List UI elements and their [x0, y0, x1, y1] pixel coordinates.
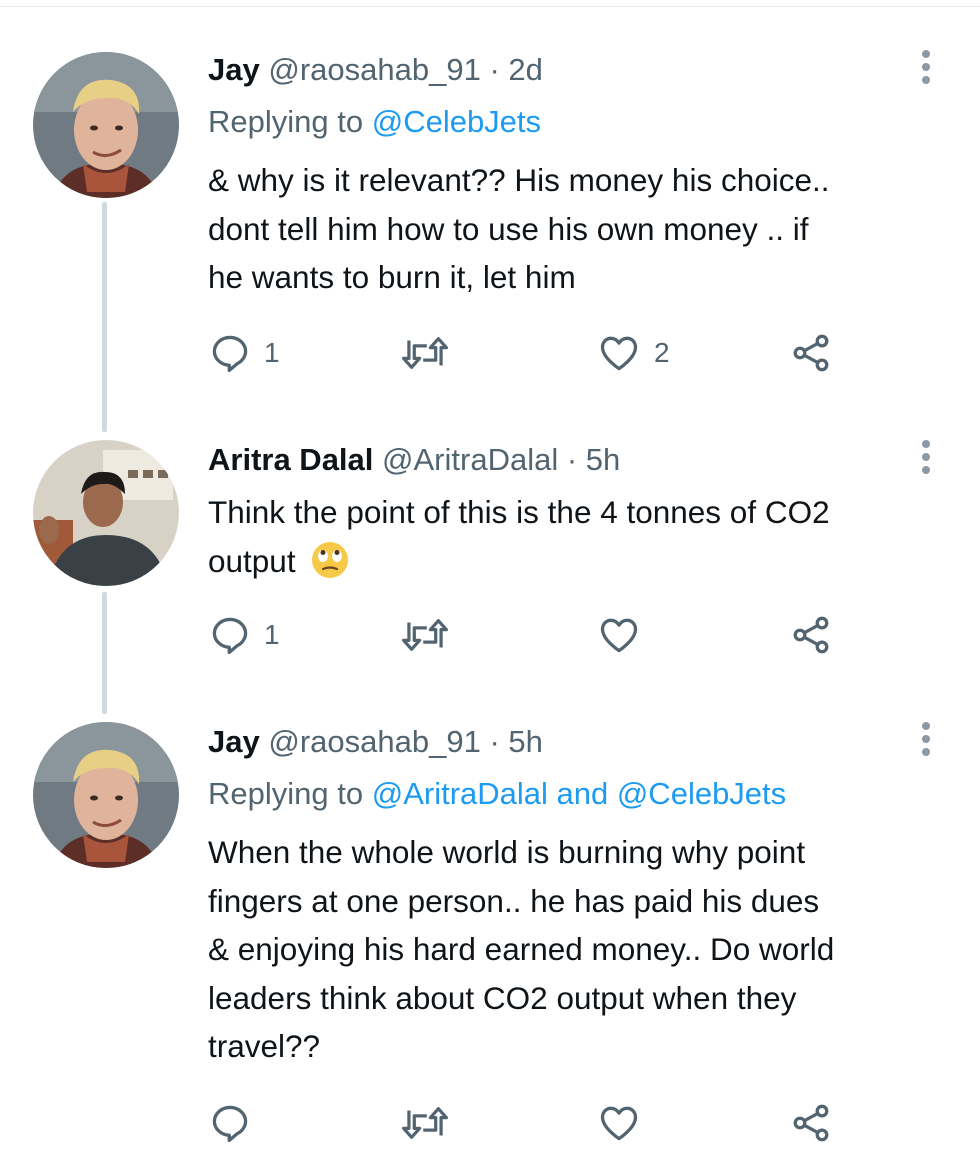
retweet-button[interactable]: [400, 1098, 450, 1148]
avatar[interactable]: [33, 722, 179, 868]
tweet-header: Jay @raosahab_91 · 5h: [208, 724, 543, 760]
tweet-text: When the whole world is burning why poin…: [208, 828, 948, 1071]
share-button[interactable]: [788, 1098, 834, 1148]
tweet[interactable]: Jay @raosahab_91 · 5h Replying to @Aritr…: [0, 0, 980, 1171]
more-icon[interactable]: [916, 718, 936, 758]
action-bar: [208, 1098, 928, 1148]
replying-to: Replying to @AritraDalal and @CelebJets: [208, 776, 786, 812]
tweet-text-line: fingers at one person.. he has paid his …: [208, 882, 820, 919]
tweet-text-line: leaders think about CO2 output when they: [208, 979, 797, 1016]
mention-link[interactable]: @AritraDalal and @CelebJets: [372, 776, 786, 811]
like-icon: [600, 1106, 638, 1141]
separator: ·: [489, 724, 500, 759]
retweet-icon: [401, 1107, 449, 1139]
reply-icon: [212, 1105, 248, 1143]
reply-button[interactable]: [208, 1098, 264, 1148]
tweet-text-line: When the whole world is burning why poin…: [208, 834, 806, 870]
share-icon: [793, 1104, 829, 1142]
timestamp[interactable]: 5h: [508, 724, 542, 759]
tweet-text-line: & enjoying his hard earned money.. Do wo…: [208, 931, 835, 967]
like-button[interactable]: [596, 1098, 654, 1148]
display-name[interactable]: Jay: [208, 724, 260, 759]
replying-prefix: Replying to: [208, 776, 372, 811]
tweet-text-line: travel??: [208, 1028, 321, 1064]
user-handle[interactable]: @raosahab_91: [268, 724, 480, 759]
